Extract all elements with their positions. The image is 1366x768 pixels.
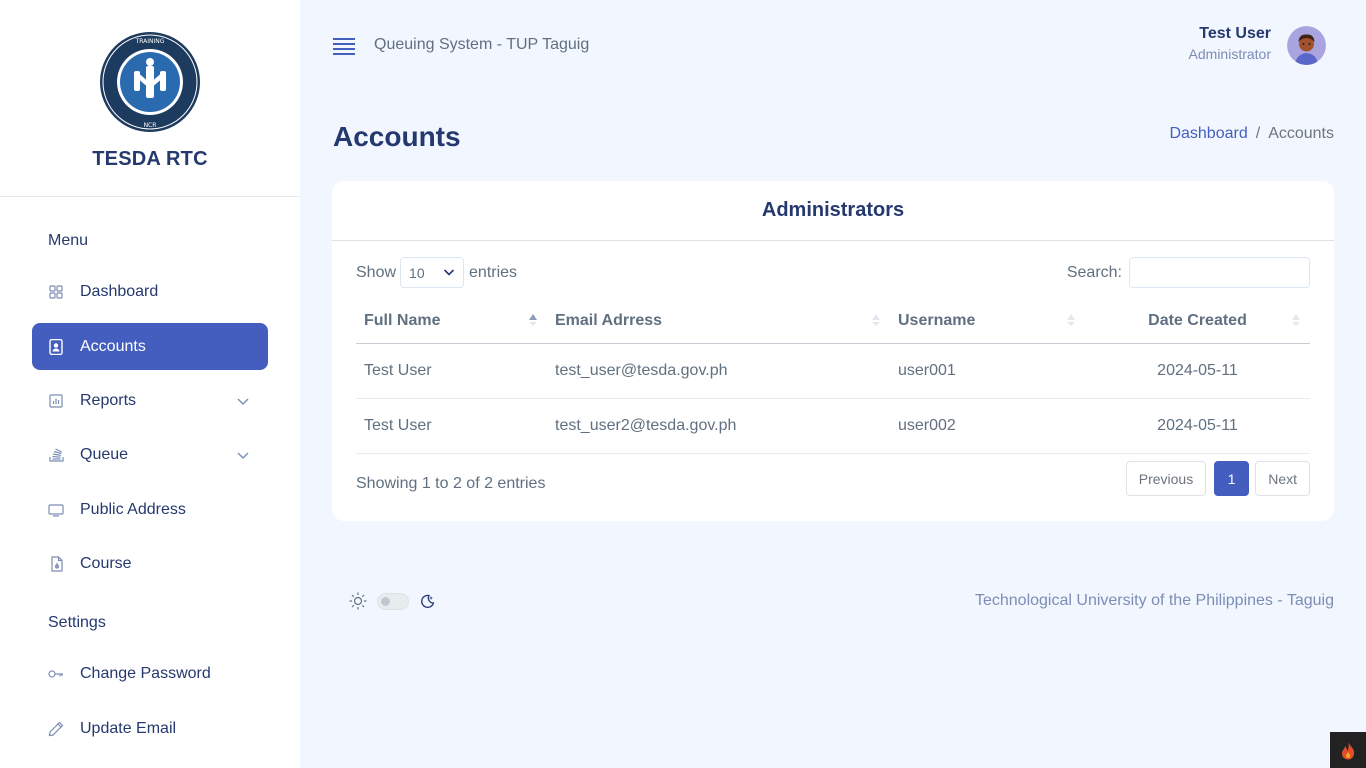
column-header-username[interactable]: Username	[890, 300, 1085, 344]
sidebar-item-label: Update Email	[80, 719, 177, 737]
breadcrumb-separator: /	[1255, 125, 1261, 142]
page-length-control: Show 10 entries	[356, 257, 517, 288]
sidebar: TRAINING NCR TESDA RTC Menu Dashboard Ac…	[0, 0, 300, 768]
search-label: Search:	[1066, 263, 1122, 281]
breadcrumb-current: Accounts	[1268, 125, 1334, 142]
accounts-table: Full Name Email Adrress Username Date Cr…	[356, 300, 1310, 454]
hamburger-menu-icon[interactable]	[333, 36, 355, 56]
file-icon	[48, 555, 64, 572]
sidebar-item-label: Reports	[80, 391, 137, 409]
tesda-logo[interactable]: TRAINING NCR	[99, 31, 201, 133]
display-icon	[48, 502, 64, 518]
theme-switch	[349, 592, 435, 610]
sun-icon	[349, 592, 367, 610]
sidebar-item-label: Course	[80, 554, 132, 572]
sort-ascending-icon	[529, 314, 537, 326]
bar-chart-icon	[48, 393, 64, 409]
key-icon	[48, 666, 64, 682]
sidebar-item-change-password[interactable]: Change Password	[32, 650, 268, 697]
breadcrumb-dashboard-link[interactable]: Dashboard	[1169, 125, 1247, 143]
card-title: Administrators	[332, 181, 1334, 241]
cell-full-name: Test User	[356, 343, 547, 399]
table-row: Test User test_user2@tesda.gov.ph user00…	[356, 398, 1310, 454]
column-header-full-name[interactable]: Full Name	[356, 300, 547, 344]
sidebar-item-label: Accounts	[80, 337, 146, 355]
sidebar-item-dashboard[interactable]: Dashboard	[32, 268, 268, 315]
sidebar-item-label: Change Password	[80, 664, 211, 682]
sidebar-item-label: Public Address	[80, 500, 186, 518]
sidebar-item-label: Queue	[80, 445, 129, 463]
table-row: Test User test_user@tesda.gov.ph user001…	[356, 343, 1310, 399]
user-avatar[interactable]	[1287, 26, 1326, 65]
column-label: Username	[898, 312, 976, 330]
sort-icon	[872, 314, 880, 326]
administrators-card: Administrators Show 10 entries Search: F…	[332, 181, 1334, 521]
cell-email: test_user2@tesda.gov.ph	[547, 398, 890, 454]
sidebar-item-reports[interactable]: Reports	[32, 377, 268, 424]
flame-icon	[1342, 741, 1355, 760]
cell-date-created: 2024-05-11	[1085, 398, 1310, 454]
chevron-down-icon	[237, 398, 249, 405]
next-page-button[interactable]: Next	[1255, 461, 1310, 496]
footer-text: Technological University of the Philippi…	[974, 592, 1334, 609]
cell-full-name: Test User	[356, 398, 547, 454]
column-label: Full Name	[364, 312, 441, 330]
toggle-knob	[381, 596, 390, 606]
grid-icon	[48, 284, 64, 300]
brand-name: TESDA RTC	[92, 148, 208, 170]
breadcrumb: Dashboard / Accounts	[1169, 125, 1334, 143]
svg-text:TRAINING: TRAINING	[135, 38, 165, 45]
chevron-down-icon	[237, 452, 249, 459]
table-info: Showing 1 to 2 of 2 entries	[356, 475, 546, 492]
sidebar-item-public-address[interactable]: Public Address	[32, 486, 268, 533]
pagination: Previous 1 Next	[1125, 461, 1310, 496]
page-length-select[interactable]: 10	[400, 257, 465, 288]
sidebar-item-queue[interactable]: Queue	[32, 431, 268, 478]
debug-toolbar-button[interactable]	[1330, 732, 1366, 768]
sort-icon	[1292, 314, 1300, 326]
cell-date-created: 2024-05-11	[1085, 343, 1310, 399]
show-label: Show	[356, 263, 397, 281]
page-1-button[interactable]: 1	[1214, 461, 1250, 496]
page-length-wrap: 10	[396, 257, 469, 288]
cell-username: user001	[890, 343, 1085, 399]
sidebar-item-update-email[interactable]: Update Email	[32, 705, 268, 752]
column-label: Email Adrress	[555, 312, 663, 330]
svg-text:NCR: NCR	[144, 122, 157, 129]
previous-page-button[interactable]: Previous	[1125, 461, 1207, 496]
sort-icon	[1067, 314, 1075, 326]
cell-email: test_user@tesda.gov.ph	[547, 343, 890, 399]
user-name[interactable]: Test User	[1199, 25, 1271, 43]
column-label: Date Created	[1148, 312, 1247, 330]
entries-label: entries	[469, 263, 518, 281]
cell-username: user002	[890, 398, 1085, 454]
id-badge-icon	[48, 338, 64, 355]
settings-section-title: Settings	[48, 614, 106, 631]
app-title: Queuing System - TUP Taguig	[374, 36, 590, 53]
search-input[interactable]	[1129, 257, 1310, 288]
column-header-date-created[interactable]: Date Created	[1085, 300, 1310, 344]
page-title: Accounts	[333, 121, 461, 152]
menu-section-title: Menu	[48, 232, 89, 249]
user-role: Administrator	[1188, 46, 1271, 62]
moon-icon	[421, 594, 435, 609]
table-header-row: Full Name Email Adrress Username Date Cr…	[356, 300, 1310, 344]
search-control: Search:	[1067, 257, 1310, 288]
stack-icon	[48, 447, 64, 463]
brand: TRAINING NCR TESDA RTC	[0, 0, 300, 197]
sidebar-item-course[interactable]: Course	[32, 540, 268, 587]
pencil-icon	[48, 721, 64, 737]
sidebar-item-label: Dashboard	[80, 282, 159, 300]
dark-mode-toggle[interactable]	[377, 592, 409, 610]
sidebar-item-accounts[interactable]: Accounts	[32, 323, 268, 370]
column-header-email[interactable]: Email Adrress	[547, 300, 890, 344]
